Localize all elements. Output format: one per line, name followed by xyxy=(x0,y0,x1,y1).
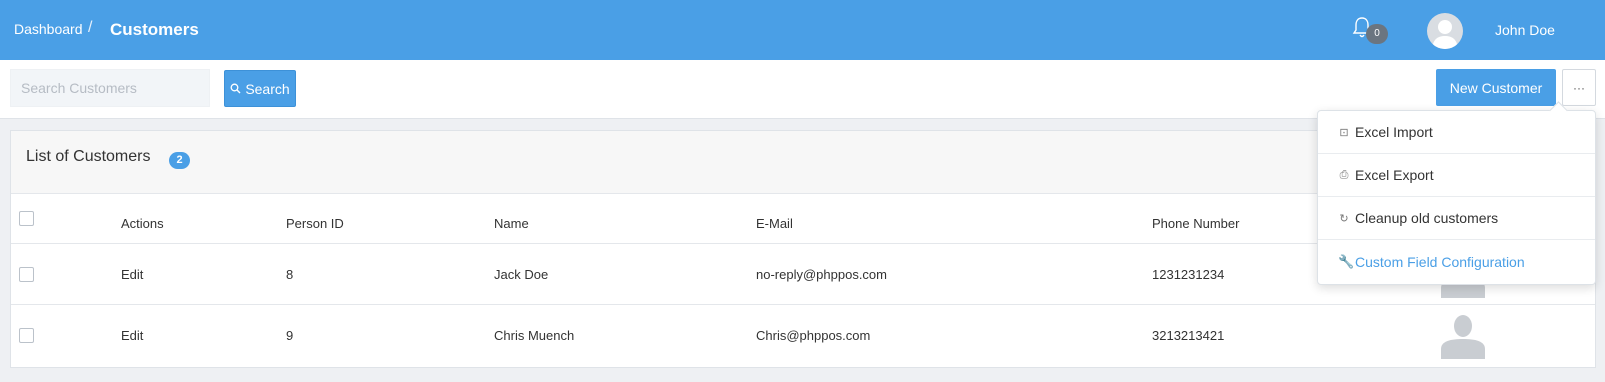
column-header-email[interactable]: E-Mail xyxy=(756,216,793,231)
breadcrumb-separator: / xyxy=(88,19,93,36)
person-id-cell: 8 xyxy=(286,267,294,282)
notification-badge: 0 xyxy=(1366,24,1388,44)
breadcrumb-dashboard[interactable]: Dashboard xyxy=(14,21,83,37)
person-id-cell: 9 xyxy=(286,328,294,343)
menu-item-custom-field-configuration[interactable]: 🔧 Custom Field Configuration xyxy=(1318,240,1595,283)
customer-email-link[interactable]: Chris@phppos.com xyxy=(756,328,870,343)
search-button-label: Search xyxy=(245,80,290,97)
customer-name-link[interactable]: Jack Doe xyxy=(494,267,548,282)
new-customer-button[interactable]: New Customer xyxy=(1436,69,1556,106)
wrench-icon: 🔧 xyxy=(1338,253,1355,269)
customer-avatar-icon xyxy=(1441,315,1485,359)
search-icon xyxy=(230,83,241,94)
search-button[interactable]: Search xyxy=(224,70,296,107)
menu-item-label: Excel Import xyxy=(1355,124,1433,140)
menu-item-excel-export[interactable]: ⎙ Excel Export xyxy=(1318,154,1595,197)
refresh-icon: ↻ xyxy=(1339,212,1349,225)
more-options-button[interactable]: ··· xyxy=(1562,69,1596,106)
table-row: Edit 9 Chris Muench Chris@phppos.com 321… xyxy=(11,305,1595,366)
user-name[interactable]: John Doe xyxy=(1495,22,1555,38)
count-badge: 2 xyxy=(169,152,190,169)
row-checkbox[interactable] xyxy=(19,267,34,282)
select-all-checkbox[interactable] xyxy=(19,211,34,226)
phone-cell: 1231231234 xyxy=(1152,267,1225,282)
menu-item-cleanup-old-customers[interactable]: ↻ Cleanup old customers xyxy=(1318,197,1595,240)
menu-item-label: Custom Field Configuration xyxy=(1355,253,1525,270)
customer-name-link[interactable]: Chris Muench xyxy=(494,328,574,343)
column-header-name[interactable]: Name xyxy=(494,216,529,231)
search-input[interactable] xyxy=(10,69,210,107)
page-title: Customers xyxy=(110,20,199,39)
menu-item-label: Excel Export xyxy=(1355,167,1434,183)
export-icon: ⎙ xyxy=(1339,168,1349,181)
avatar[interactable] xyxy=(1427,13,1463,49)
more-options-menu: ⊡ Excel Import ⎙ Excel Export ↻ Cleanup … xyxy=(1317,110,1596,285)
customer-email-link[interactable]: no-reply@phppos.com xyxy=(756,267,887,282)
row-checkbox[interactable] xyxy=(19,328,34,343)
top-navbar: Dashboard / Customers 0 John Doe xyxy=(0,0,1605,60)
column-header-actions[interactable]: Actions xyxy=(121,216,164,231)
user-silhouette-icon xyxy=(1432,20,1458,49)
column-header-person-id[interactable]: Person ID xyxy=(286,216,344,231)
edit-link[interactable]: Edit xyxy=(121,328,143,343)
menu-item-label: Cleanup old customers xyxy=(1355,210,1499,226)
phone-cell: 3213213421 xyxy=(1152,328,1225,343)
panel-title: List of Customers xyxy=(26,148,151,165)
column-header-phone[interactable]: Phone Number xyxy=(1152,216,1239,231)
menu-item-excel-import[interactable]: ⊡ Excel Import xyxy=(1318,111,1595,154)
edit-link[interactable]: Edit xyxy=(121,267,143,282)
import-icon: ⊡ xyxy=(1339,126,1349,139)
